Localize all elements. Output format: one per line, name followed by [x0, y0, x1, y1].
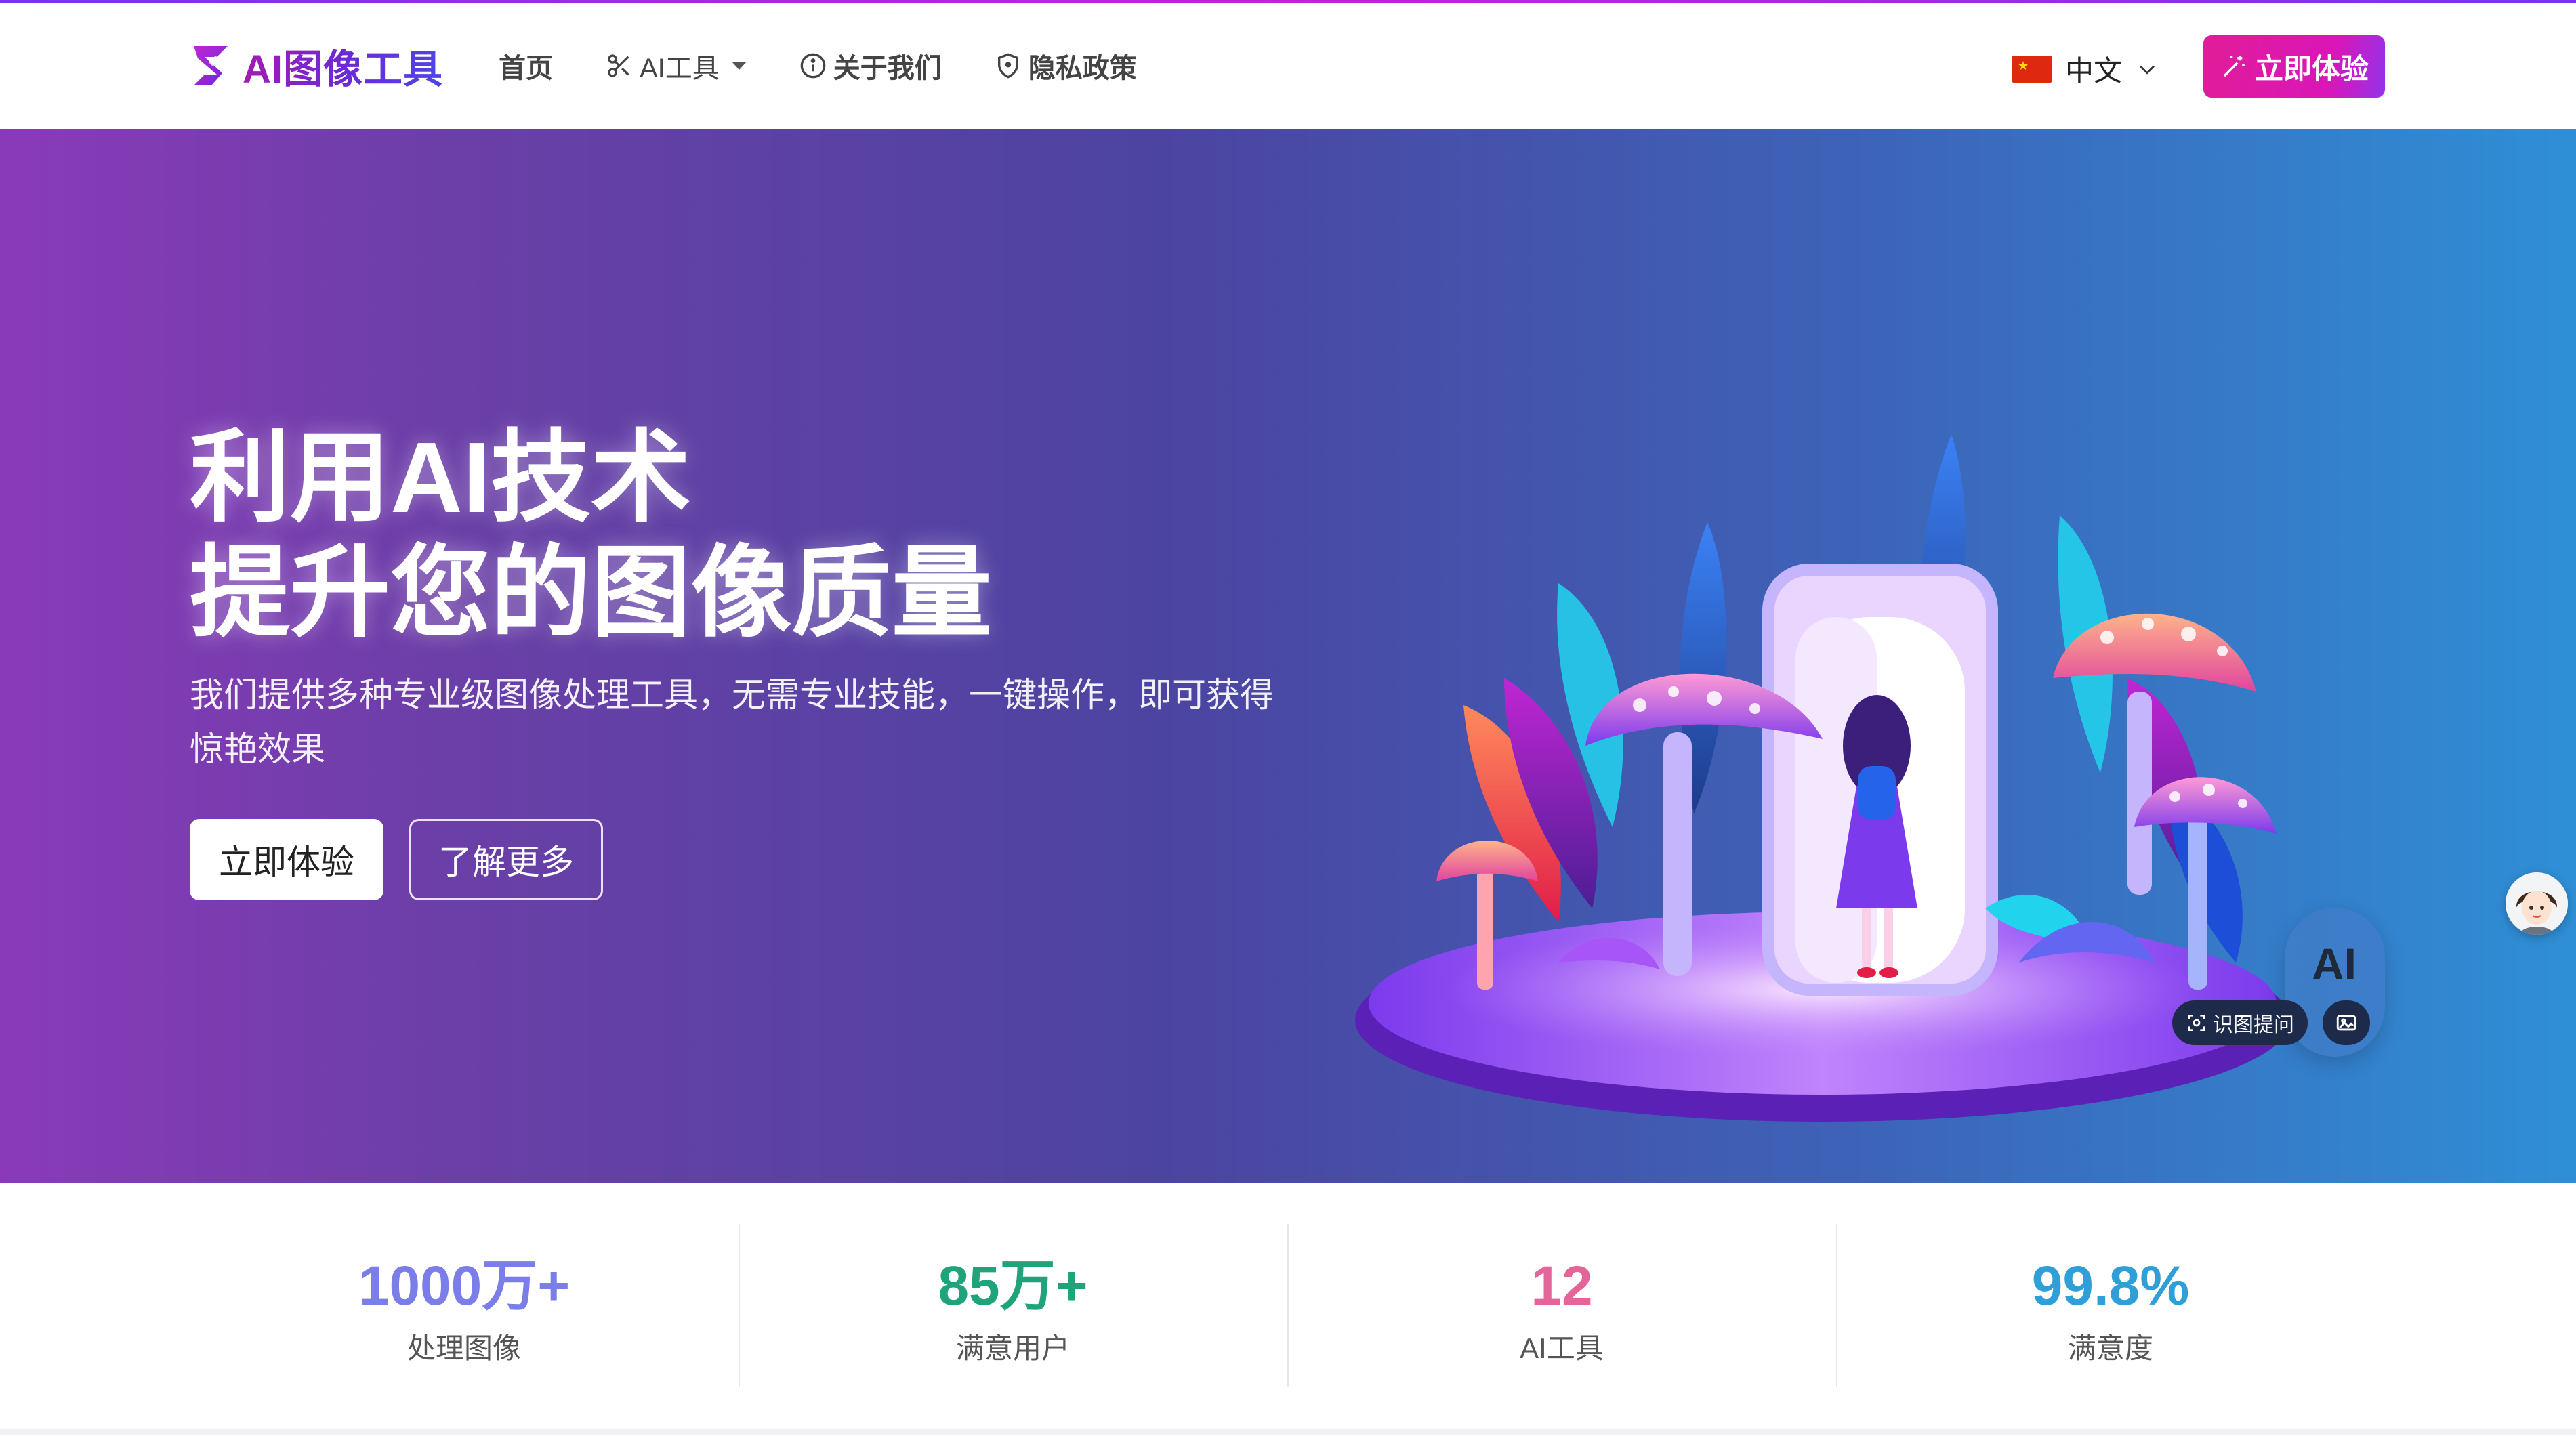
hero-learn-more-button[interactable]: 了解更多 — [409, 819, 603, 900]
header-cta-label: 立即体验 — [2254, 52, 2369, 85]
stat-label: 满意用户 — [955, 1332, 1070, 1364]
chevron-down-icon — [2140, 65, 2155, 75]
header-try-now-button[interactable]: 立即体验 — [2203, 35, 2385, 98]
hero-subtitle: 我们提供多种专业级图像处理工具，无需专业技能，一键操作，即可获得惊艳效果 — [190, 676, 1274, 768]
assistant-avatar-icon — [2506, 872, 2568, 935]
hero-title: 利用AI技术 提升您的图像质量 — [190, 421, 992, 651]
china-flag-icon: ★ — [2012, 55, 2052, 83]
ask-about-image-label: 识图提问 — [2213, 1014, 2294, 1036]
stat-label: 处理图像 — [407, 1332, 521, 1364]
s-logo-icon — [194, 46, 228, 85]
nav-privacy-label: 隐私政策 — [1028, 54, 1137, 83]
stat-satisfaction: 99.8% 满意度 — [1836, 1224, 2385, 1387]
nav-privacy[interactable]: 隐私政策 — [995, 46, 1137, 85]
stat-value: 12 — [1531, 1255, 1593, 1317]
stat-label: AI工具 — [1520, 1332, 1604, 1364]
hero-title-line1: 利用AI技术 — [190, 422, 691, 534]
magic-wand-icon — [2223, 56, 2245, 77]
scan-icon — [2188, 1015, 2205, 1031]
assistant-avatar-button[interactable] — [2506, 872, 2568, 935]
shield-icon — [997, 53, 1018, 79]
nav-home[interactable]: 首页 — [499, 46, 553, 85]
stat-label: 满意度 — [2067, 1332, 2153, 1364]
section-bottom-border — [0, 1429, 2576, 1435]
hero-title-line2: 提升您的图像质量 — [190, 537, 992, 649]
stat-value: 1000万+ — [358, 1255, 570, 1317]
language-selector[interactable]: ★ 中文 — [2012, 48, 2159, 89]
stat-value: 99.8% — [2031, 1255, 2190, 1317]
ask-about-image-button[interactable]: 识图提问 — [2172, 1000, 2308, 1045]
info-circle-icon — [800, 53, 826, 79]
ai-float-label: AI — [2312, 939, 2356, 989]
stats-section: 1000万+ 处理图像 85万+ 满意用户 12 AI工具 99.8% 满意度 — [0, 1183, 2576, 1436]
language-current: 中文 — [2065, 55, 2123, 87]
caret-down-icon — [731, 62, 747, 70]
fantasy-portal-illustration — [1355, 434, 2290, 1122]
stat-value: 85万+ — [938, 1255, 1088, 1317]
image-tool-button[interactable] — [2323, 1000, 2370, 1045]
hero-try-now-button[interactable]: 立即体验 — [190, 819, 383, 900]
nav-about[interactable]: 关于我们 — [799, 46, 942, 85]
brand-logo-link[interactable]: AI图像工具 — [188, 39, 443, 93]
nav-ai-tools-dropdown[interactable]: AI工具 — [606, 46, 747, 85]
nav-ai-tools-label: AI工具 — [640, 54, 720, 83]
navbar: AI图像工具 首页 AI工具 关于我们 隐私政策 ★ 中文 立即体验 — [0, 3, 2576, 129]
image-edit-icon — [2336, 1015, 2356, 1031]
stat-processed-images: 1000万+ 处理图像 — [190, 1224, 739, 1387]
stat-ai-tools: 12 AI工具 — [1287, 1224, 1836, 1387]
nav-about-label: 关于我们 — [833, 54, 942, 83]
main-nav: 首页 AI工具 关于我们 隐私政策 — [499, 47, 1190, 85]
brand-name: AI图像工具 — [243, 37, 443, 94]
scissors-icon — [608, 54, 629, 77]
stat-satisfied-users: 85万+ 满意用户 — [739, 1224, 1287, 1387]
nav-home-label: 首页 — [499, 54, 553, 83]
